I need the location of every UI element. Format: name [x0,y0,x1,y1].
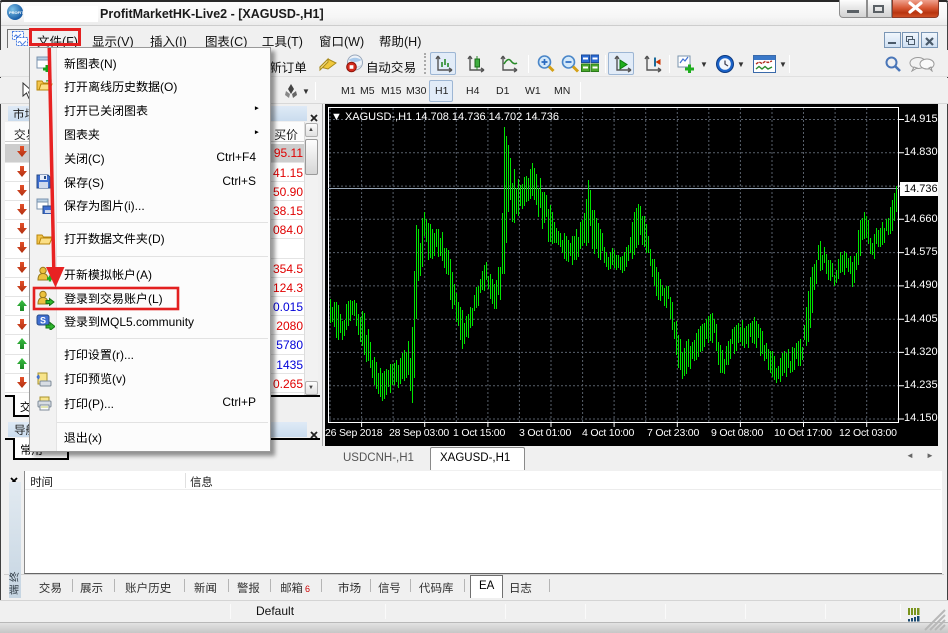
svg-text:S: S [40,316,46,326]
